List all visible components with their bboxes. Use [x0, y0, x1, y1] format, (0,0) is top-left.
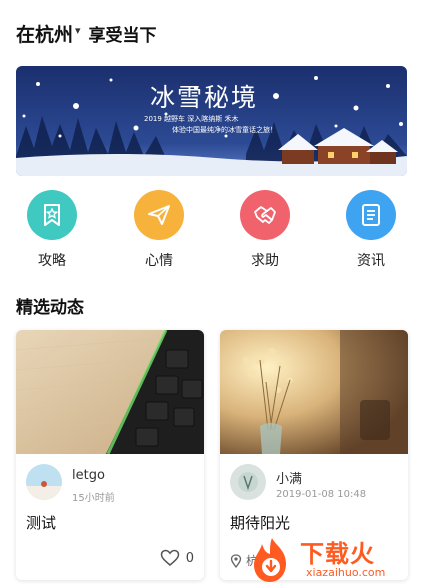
like-count: 0: [185, 550, 194, 566]
avatar[interactable]: [26, 464, 62, 500]
post-card[interactable]: letgo 15小时前 测试 0: [16, 330, 204, 580]
category-label: 攻略: [38, 253, 66, 269]
watermark-url: xiazaihuo.com: [306, 566, 386, 579]
like-button[interactable]: 0: [160, 549, 194, 567]
banner-title: 冰雪秘境: [150, 83, 259, 112]
chevron-down-icon[interactable]: ▾: [75, 24, 81, 37]
banner-subtitle-line2: 体验中国最纯净的冰雪童话之旅！: [172, 126, 277, 134]
category-help[interactable]: 求助: [225, 190, 305, 270]
category-label: 心情: [145, 253, 173, 269]
category-label: 求助: [251, 253, 279, 269]
paper-plane-icon: [134, 190, 184, 240]
category-label: 资讯: [357, 253, 385, 269]
post-time: 15小时前: [72, 493, 115, 504]
post-photo-keyboard: [16, 330, 204, 454]
post-photo-flowers: [220, 330, 408, 454]
post-username[interactable]: letgo: [72, 468, 105, 483]
avatar[interactable]: [230, 464, 266, 500]
handshake-icon: [240, 190, 290, 240]
flame-logo-icon: [254, 538, 286, 582]
category-mood[interactable]: 心情: [119, 190, 199, 270]
location-header: 在杭州 ▾ 享受当下: [16, 18, 157, 48]
header-tagline: 享受当下: [88, 25, 157, 46]
site-watermark: 下载火 xiazaihuo.com: [246, 532, 423, 588]
post-time: 2019-01-08 10:48: [276, 489, 367, 500]
post-title[interactable]: 测试: [26, 512, 56, 533]
post-title[interactable]: 期待阳光: [230, 512, 290, 533]
category-grid: 攻略 心情 求助 资讯: [0, 190, 423, 276]
featured-section-title: 精选动态: [16, 298, 84, 318]
location-pin-icon: [230, 553, 242, 568]
category-news[interactable]: 资讯: [331, 190, 411, 270]
promo-banner[interactable]: 冰雪秘境 2019 越野车 深入喀纳斯 禾木 体验中国最纯净的冰雪童话之旅！: [16, 66, 407, 176]
banner-subtitle-line1: 2019 越野车 深入喀纳斯 禾木: [144, 115, 239, 123]
post-username[interactable]: 小满: [276, 468, 302, 487]
document-list-icon: [346, 190, 396, 240]
bookmark-star-icon: [27, 190, 77, 240]
category-guide[interactable]: 攻略: [12, 190, 92, 270]
watermark-text: 下载火: [300, 540, 375, 568]
city-selector[interactable]: 在杭州: [16, 20, 73, 47]
heart-icon: [160, 549, 179, 566]
